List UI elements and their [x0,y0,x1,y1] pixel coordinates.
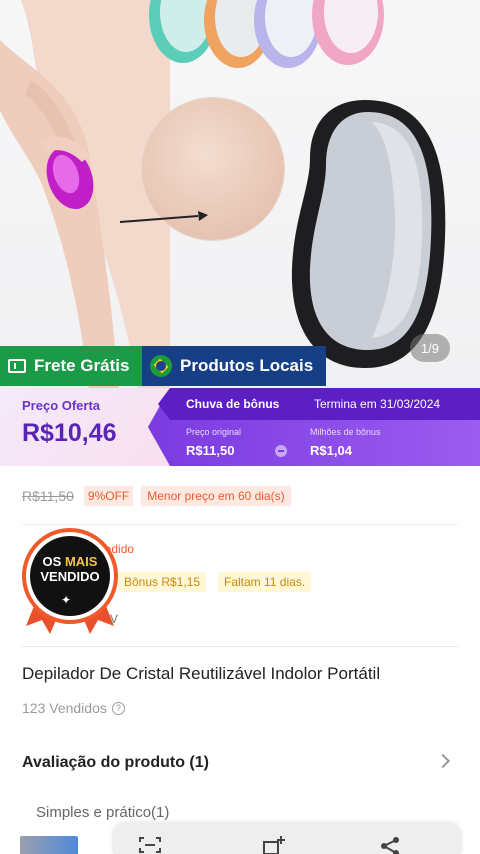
old-price-row: R$11,50 9%OFF Menor preço em 60 dia(s) [22,486,291,506]
local-products-badge: Produtos Locais [142,346,326,386]
info-icon[interactable]: ? [111,701,125,715]
leg-illustration [0,0,170,388]
divider [22,524,458,525]
bottom-action-bar [112,822,462,854]
offer-price-box: Preço Oferta R$10,46 [0,388,170,466]
old-price: R$11,50 [22,488,74,504]
price-banner: Preço Oferta R$10,46 Chuva de bônus Term… [0,388,480,466]
original-price-value: R$11,50 [186,443,235,458]
lowest-price-tag: Menor preço em 60 dia(s) [141,486,291,506]
original-price-label: Preço original [186,427,242,437]
free-shipping-label: Frete Grátis [34,356,130,375]
discount-tag: 9%OFF [83,486,134,506]
colored-stones [149,0,384,68]
minus-icon [275,445,287,457]
brazil-flag-icon [150,355,172,377]
chevron-right-icon[interactable] [435,753,451,769]
shipping-icon [8,359,26,373]
bonus-end-date: Termina em 31/03/2024 [314,397,441,411]
bonus-days-chip: Faltam 11 dias. [218,572,312,592]
product-title: Depilador De Cristal Reutilizável Indolo… [22,664,381,683]
free-shipping-badge: Frete Grátis [0,346,142,386]
sold-count-label: 123 Vendidos [22,700,107,716]
share-icon[interactable] [378,836,402,854]
product-page: 1/9 Frete Grátis Produtos Locais Preço O… [0,0,480,854]
product-image-carousel[interactable]: 1/9 [0,0,480,388]
bonus-title: Chuva de bônus [186,397,280,411]
product-review-header[interactable]: Avaliação do produto (1) [22,754,209,772]
product-thumbnail[interactable] [20,836,78,854]
divider [22,646,458,647]
local-products-label: Produtos Locais [180,356,314,375]
bonus-millions-value: R$1,04 [310,443,352,458]
review-tag[interactable]: Simples e prático(1) [36,804,169,821]
add-to-cart-icon[interactable] [262,836,286,854]
sparkle-icon: ✦ [61,593,72,607]
image-pager: 1/9 [410,334,450,362]
scan-icon[interactable] [138,836,162,854]
sold-count: 123 Vendidos ? [22,700,125,716]
arrow-icon [119,211,208,223]
best-seller-text: OS MAIS VENDIDO [40,554,100,584]
bonus-millions-label: Milhões de bônus [310,427,381,437]
offer-price-value: R$10,46 [22,419,117,447]
offer-price-label: Preço Oferta [22,398,101,413]
black-crystal-stone [291,100,446,368]
bonus-amount-chip[interactable]: Bônus R$1,15 [118,572,207,592]
